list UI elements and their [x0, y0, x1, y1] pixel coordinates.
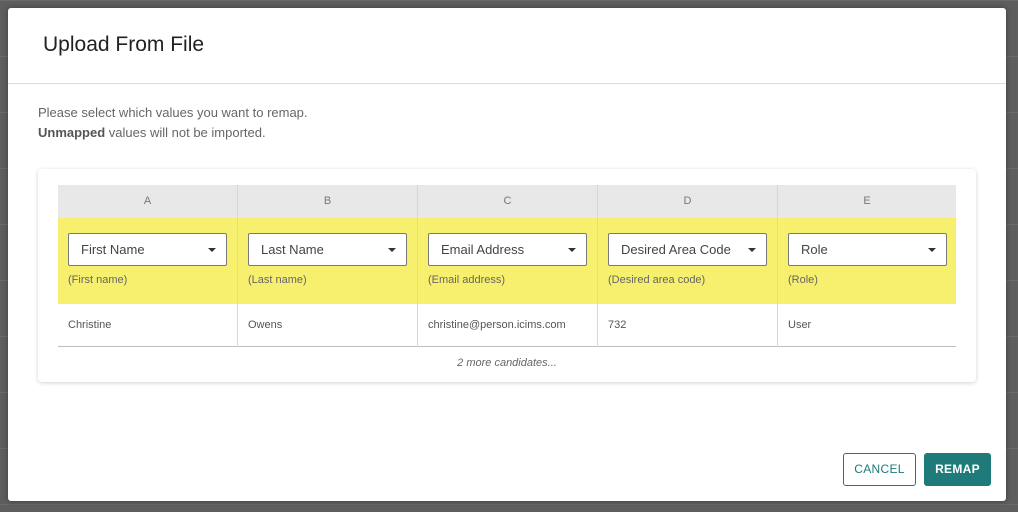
column-letter: B	[238, 185, 417, 218]
mapping-cell: Role (Role)	[778, 218, 956, 304]
instruction-line-1: Please select which values you want to r…	[38, 105, 308, 120]
mapping-grid: A First Name (First name) Christine B La…	[58, 185, 956, 347]
field-select-value: Role	[801, 242, 828, 257]
field-select-b[interactable]: Last Name	[248, 233, 407, 266]
caret-down-icon	[748, 248, 756, 252]
column-letter: E	[778, 185, 956, 218]
column-letter: D	[598, 185, 777, 218]
original-header-label: (Email address)	[428, 274, 506, 286]
original-header-label: (Last name)	[248, 274, 307, 286]
cancel-button[interactable]: CANCEL	[843, 453, 916, 486]
field-select-e[interactable]: Role	[788, 233, 947, 266]
field-select-c[interactable]: Email Address	[428, 233, 587, 266]
caret-down-icon	[208, 248, 216, 252]
remap-button[interactable]: REMAP	[924, 453, 991, 486]
mapping-cell: Email Address (Email address)	[418, 218, 597, 304]
original-header-label: (Role)	[788, 274, 818, 286]
column-a: A First Name (First name) Christine	[58, 185, 238, 347]
field-select-value: Desired Area Code	[621, 242, 731, 257]
sample-value: christine@person.icims.com	[418, 304, 597, 347]
field-select-a[interactable]: First Name	[68, 233, 227, 266]
dialog-title: Upload From File	[43, 33, 205, 56]
caret-down-icon	[388, 248, 396, 252]
mapping-cell: Desired Area Code (Desired area code)	[598, 218, 777, 304]
mapping-cell: Last Name (Last name)	[238, 218, 417, 304]
column-b: B Last Name (Last name) Owens	[238, 185, 418, 347]
column-c: C Email Address (Email address) christin…	[418, 185, 598, 347]
caret-down-icon	[928, 248, 936, 252]
column-d: D Desired Area Code (Desired area code) …	[598, 185, 778, 347]
mapping-cell: First Name (First name)	[58, 218, 237, 304]
sample-value: Owens	[238, 304, 417, 347]
field-select-d[interactable]: Desired Area Code	[608, 233, 767, 266]
sample-value: 732	[598, 304, 777, 347]
mapping-card: A First Name (First name) Christine B La…	[38, 169, 976, 382]
sample-value: Christine	[58, 304, 237, 347]
instruction-line-2: Unmapped values will not be imported.	[38, 123, 308, 143]
sample-value: User	[778, 304, 956, 347]
dialog-header: Upload From File	[8, 8, 1006, 84]
column-e: E Role (Role) User	[778, 185, 956, 347]
upload-dialog: Upload From File Please select which val…	[8, 8, 1006, 501]
column-letter: A	[58, 185, 237, 218]
unmapped-emphasis: Unmapped	[38, 125, 106, 140]
field-select-value: Email Address	[441, 242, 525, 257]
original-header-label: (Desired area code)	[608, 274, 706, 286]
original-header-label: (First name)	[68, 274, 128, 286]
instructions: Please select which values you want to r…	[38, 103, 308, 143]
more-candidates-text: 2 more candidates...	[457, 357, 557, 369]
instruction-line-2-rest: values will not be imported.	[105, 125, 266, 140]
caret-down-icon	[568, 248, 576, 252]
field-select-value: Last Name	[261, 242, 324, 257]
field-select-value: First Name	[81, 242, 145, 257]
column-letter: C	[418, 185, 597, 218]
